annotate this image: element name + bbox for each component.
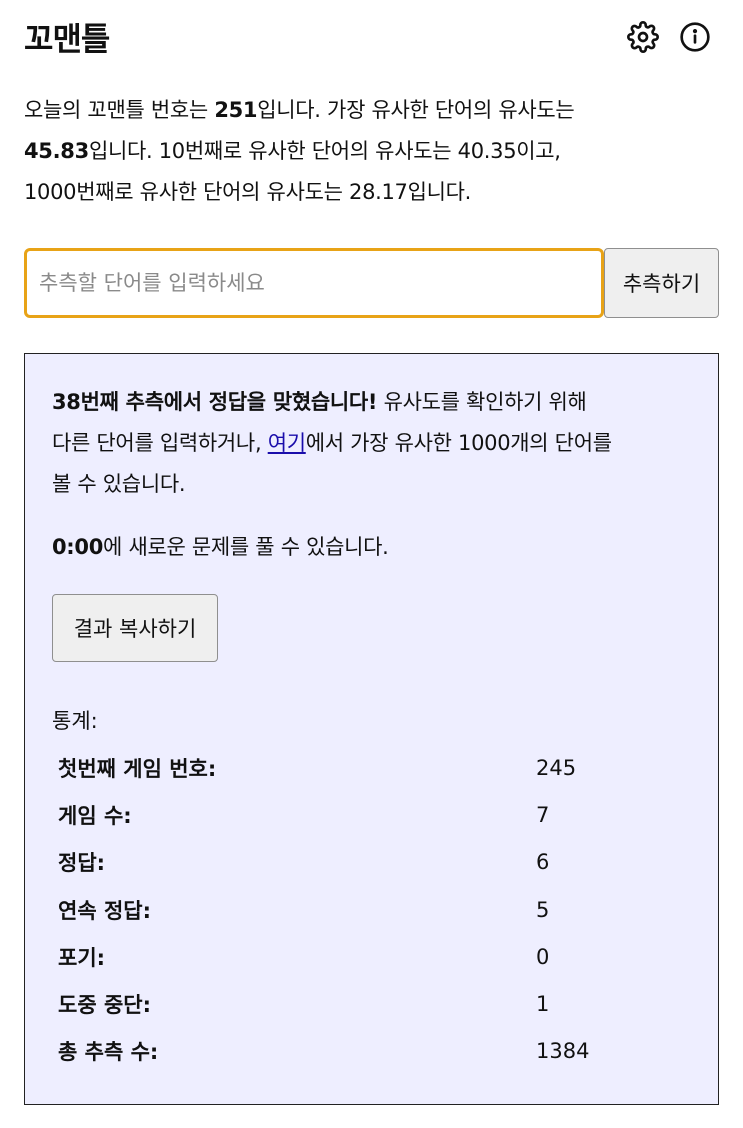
summary-text: 입니다. 가장 유사한 단어의 유사도는 [257, 98, 575, 122]
summary-text: 오늘의 꼬맨틀 번호는 [24, 98, 215, 122]
stats-row: 정답: 6 [52, 839, 672, 886]
success-text: 유사도를 확인하기 위해 [377, 390, 587, 414]
success-bold: 38번째 추측에서 정답을 맞혔습니다! [52, 390, 378, 414]
stats-value: 7 [536, 802, 550, 827]
header-icons [627, 21, 711, 53]
stats-body: 첫번째 게임 번호: 245 게임 수: 7 정답: 6 연속 정답: 5 포기: 0 도중 중단:… [52, 744, 672, 1075]
success-text: 다른 단어를 입력하거나, [52, 431, 268, 455]
stats-key: 도중 중단: [58, 993, 151, 1018]
summary-text: 입니다. 10번째로 유사한 단어의 유사도는 40.35이고, [88, 139, 561, 163]
success-text: 에서 가장 유사한 1000개의 단어를 [305, 431, 612, 455]
stats-key: 연속 정답: [58, 898, 151, 923]
page-title: 꼬맨틀 [24, 20, 110, 58]
puzzle-number: 251 [214, 98, 258, 122]
stats-key: 총 추측 수: [58, 1040, 159, 1065]
response-panel: 38번째 추측에서 정답을 맞혔습니다! 유사도를 확인하기 위해 다른 단어를… [24, 353, 719, 1105]
stats-row: 포기: 0 [52, 933, 672, 980]
guess-button[interactable]: 추측하기 [604, 248, 719, 318]
reset-text: 에 새로운 문제를 풀 수 있습니다. [103, 535, 389, 559]
reset-message: 0:00에 새로운 문제를 풀 수 있습니다. [52, 527, 702, 568]
top-similarity: 45.83 [24, 139, 89, 163]
stats-row: 첫번째 게임 번호: 245 [52, 744, 672, 791]
stats-row: 도중 중단: 1 [52, 980, 672, 1027]
stats-table: 첫번째 게임 번호: 245 게임 수: 7 정답: 6 연속 정답: 5 포기: 0 도중 중단:… [52, 744, 672, 1075]
stats-row: 총 추측 수: 1384 [52, 1028, 672, 1075]
page-header: 꼬맨틀 [24, 14, 719, 60]
stats-row: 게임 수: 7 [52, 791, 672, 838]
top-words-link[interactable]: 여기 [268, 431, 306, 455]
copy-result-button[interactable]: 결과 복사하기 [52, 594, 218, 662]
guess-form: 추측하기 [24, 248, 719, 318]
puzzle-summary: 오늘의 꼬맨틀 번호는 251입니다. 가장 유사한 단어의 유사도는 45.8… [24, 90, 714, 213]
stats-key: 첫번째 게임 번호: [58, 756, 217, 781]
stats-value: 0 [536, 944, 550, 969]
gear-icon[interactable] [627, 21, 659, 53]
stats-value: 1 [536, 992, 550, 1017]
stats-label: 통계: [52, 709, 98, 733]
reset-time: 0:00 [52, 535, 104, 559]
stats-value: 245 [536, 755, 577, 780]
stats-value: 1384 [536, 1039, 590, 1064]
stats-key: 포기: [58, 945, 106, 970]
stats-key: 게임 수: [58, 803, 132, 828]
stats-key: 정답: [58, 851, 106, 876]
stats-row: 연속 정답: 5 [52, 886, 672, 933]
success-message: 38번째 추측에서 정답을 맞혔습니다! 유사도를 확인하기 위해 다른 단어를… [52, 382, 702, 505]
guess-input[interactable] [24, 248, 604, 318]
success-text: 볼 수 있습니다. [52, 472, 186, 496]
info-icon[interactable] [679, 21, 711, 53]
stats-value: 5 [536, 897, 550, 922]
summary-text: 1000번째로 유사한 단어의 유사도는 28.17입니다. [24, 180, 472, 204]
stats-value: 6 [536, 850, 550, 875]
